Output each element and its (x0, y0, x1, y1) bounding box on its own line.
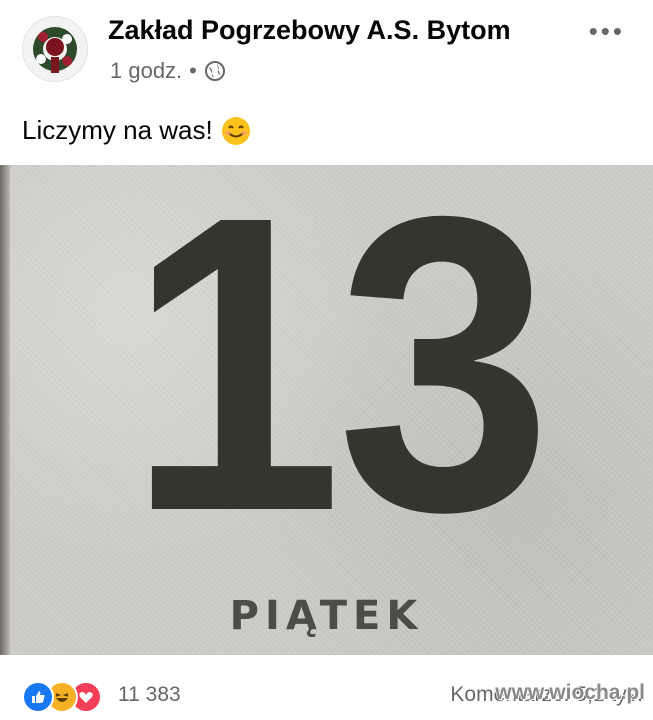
like-icon (22, 681, 54, 713)
watermark: www.wiocha.pl (495, 681, 645, 704)
reaction-icons[interactable] (22, 681, 102, 713)
post-photo[interactable]: 13 PIĄTEK (0, 165, 653, 655)
meta-separator: • (189, 58, 197, 83)
post-caption: Liczymy na was! (22, 115, 251, 146)
more-options-button[interactable]: ••• (589, 16, 625, 47)
calendar-day-number: 13 (127, 165, 552, 599)
post-meta: 1 godz. • (110, 58, 226, 84)
post-time[interactable]: 1 godz. (110, 58, 182, 84)
calendar-day-name: PIĄTEK (229, 593, 424, 639)
post-header: Zakład Pogrzebowy A.S. Bytom 1 godz. • •… (0, 0, 653, 100)
globe-icon (204, 61, 225, 81)
page-avatar[interactable] (22, 16, 88, 82)
smiling-emoji-icon (221, 116, 250, 145)
reaction-count[interactable]: 11 383 (118, 683, 181, 707)
page-name[interactable]: Zakład Pogrzebowy A.S. Bytom (108, 15, 511, 46)
caption-text: Liczymy na was! (22, 115, 213, 145)
reactions-bar: 11 383 Komentarze: 5,1 tys. www.wiocha.p… (0, 665, 653, 720)
wreath-icon (33, 27, 77, 73)
photo-edge (0, 165, 10, 655)
